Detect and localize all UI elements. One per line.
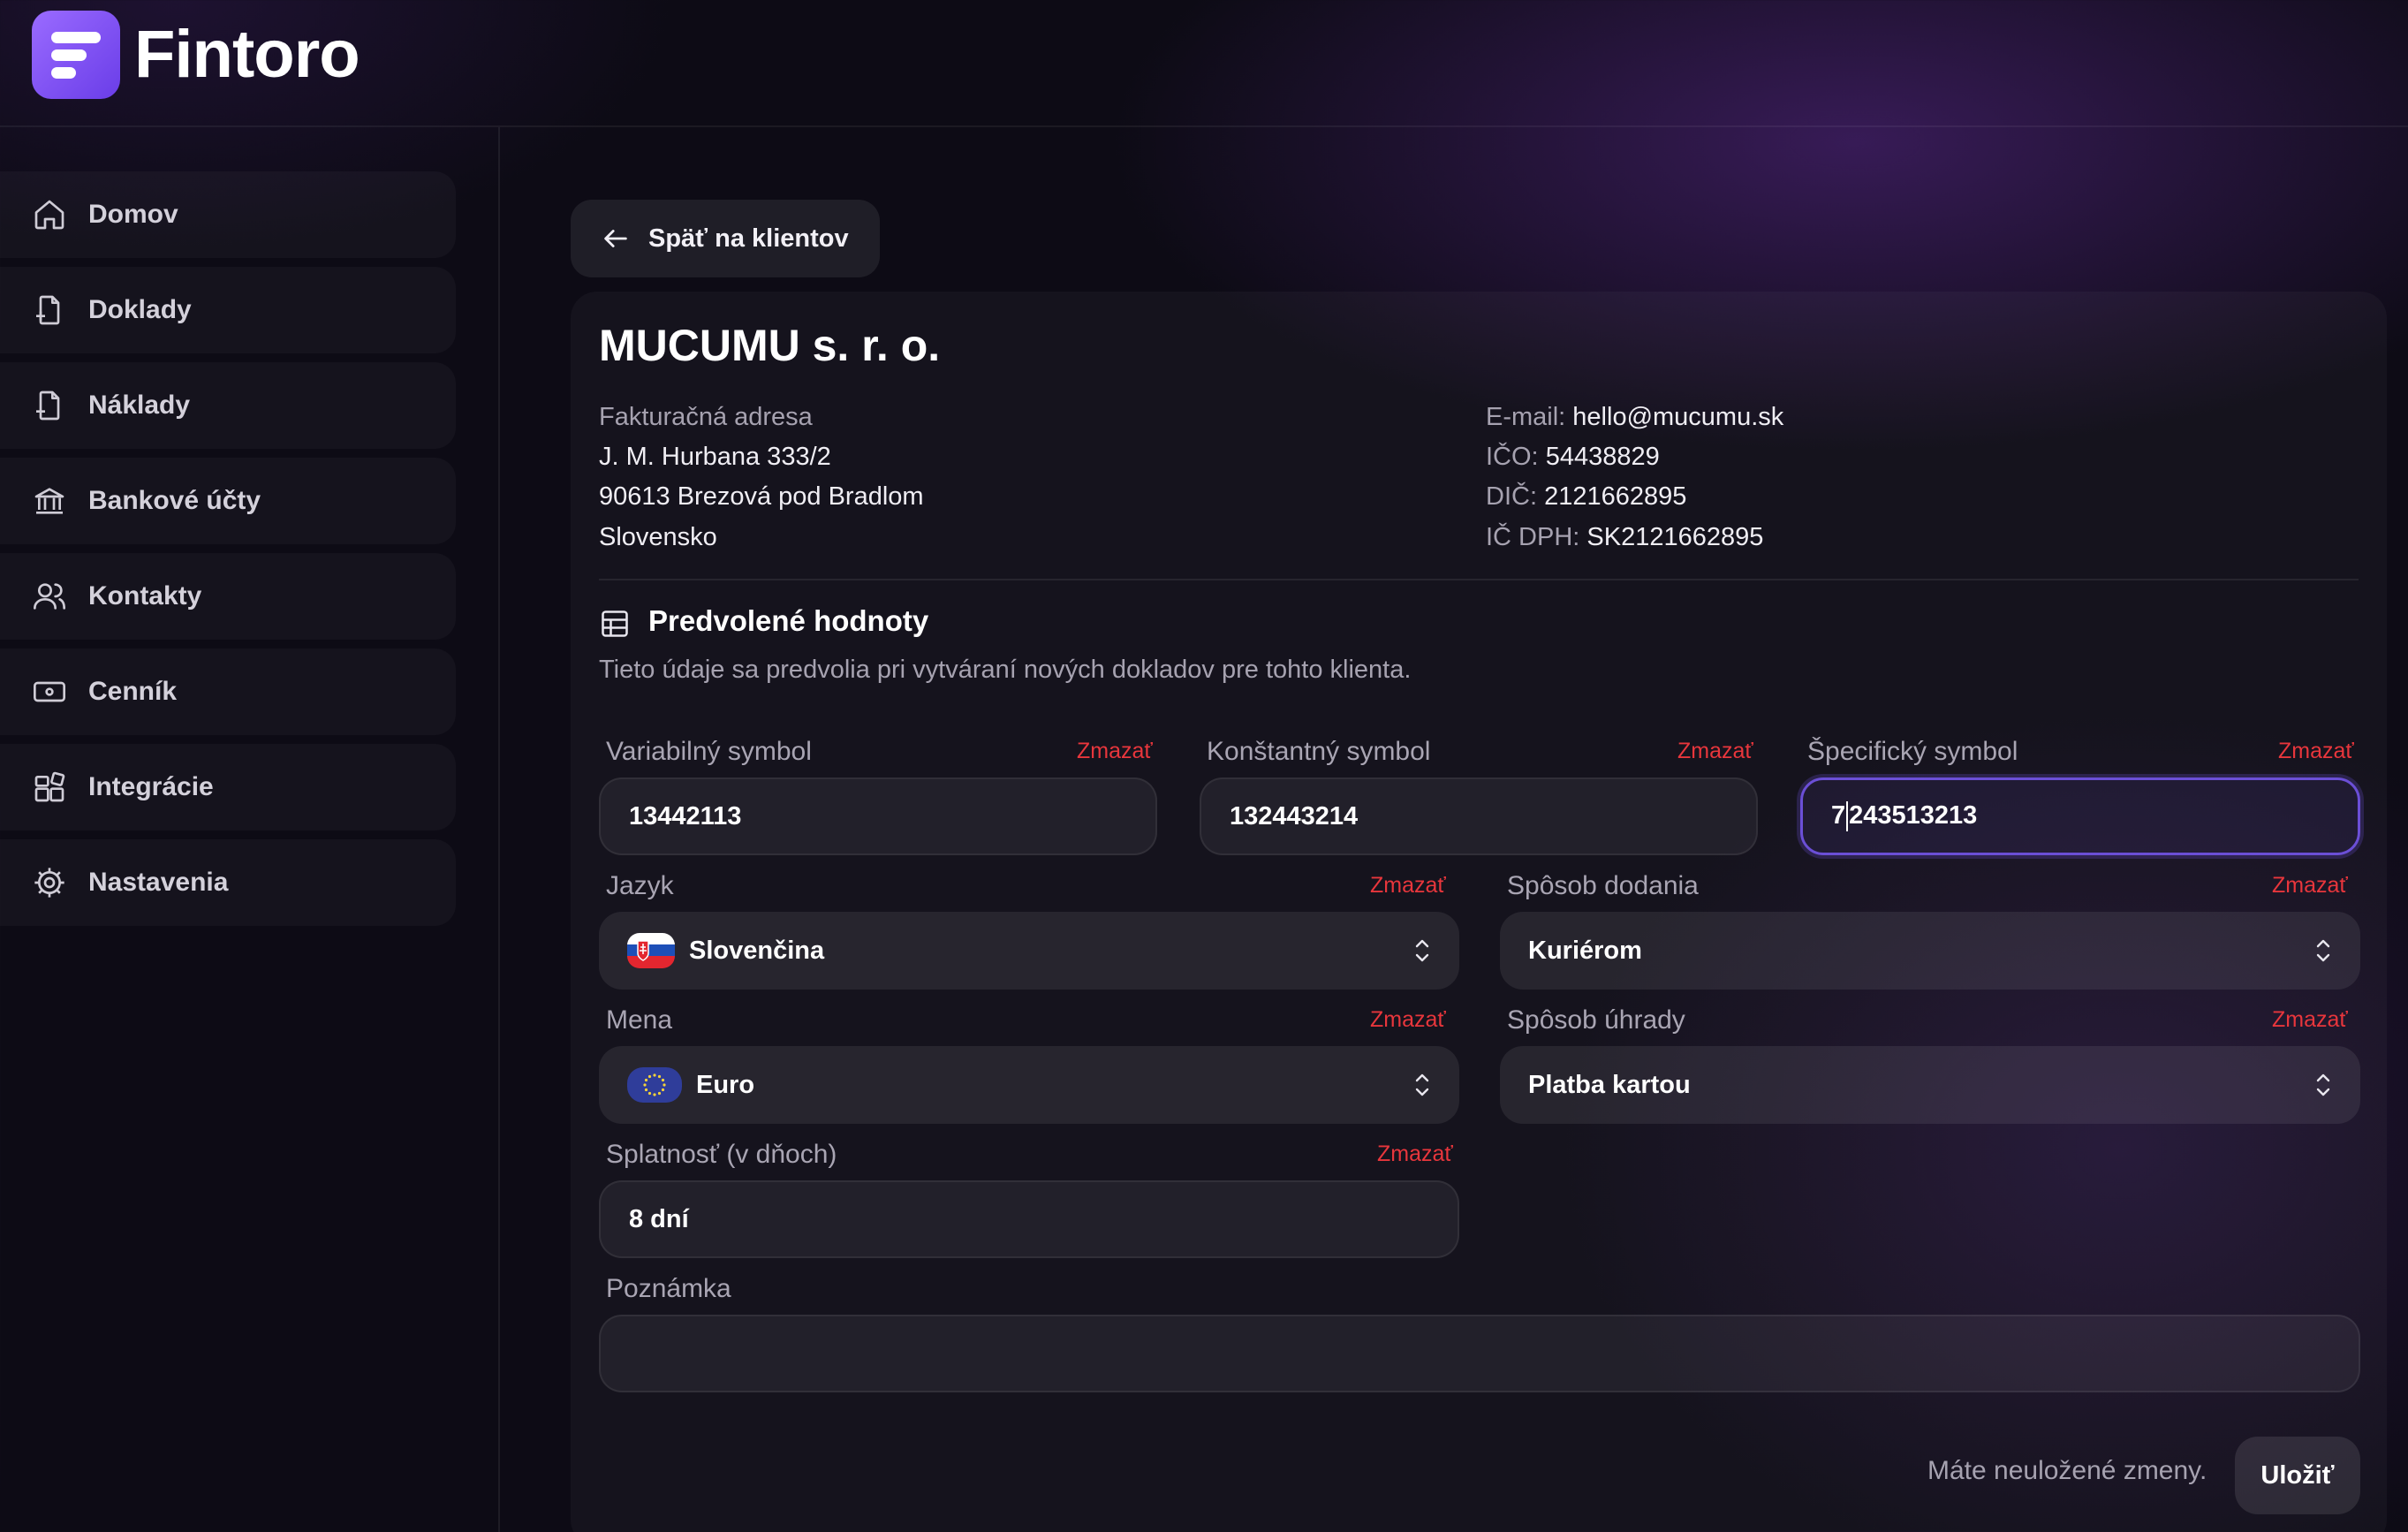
company-name: MUCUMU s. r. o. <box>599 321 941 370</box>
top-bar: Fintoro <box>0 0 2408 127</box>
ico-value: 54438829 <box>1545 443 1660 471</box>
sidebar-item-label: Domov <box>88 200 178 229</box>
chevron-up-down-icon <box>2316 1073 2330 1096</box>
delivery-label: Spôsob dodania <box>1507 871 1699 900</box>
arrow-left-icon <box>604 230 627 247</box>
note-input[interactable] <box>599 1315 2360 1392</box>
fintoro-logo-icon[interactable] <box>32 11 120 99</box>
ico-row: IČO: 54438829 <box>1486 443 1660 472</box>
variable-symbol-clear-button[interactable]: Zmazať <box>1077 739 1153 764</box>
address-street: J. M. Hurbana 333/2 <box>599 443 831 471</box>
divider <box>599 579 2359 580</box>
brand-name[interactable]: Fintoro <box>134 16 360 93</box>
eu-flag-icon <box>627 1067 682 1103</box>
back-to-clients-button[interactable]: Späť na klientov <box>571 200 880 277</box>
table-icon <box>602 611 628 637</box>
delivery-clear-button[interactable]: Zmazať <box>2272 873 2348 899</box>
variable-symbol-value: 13442113 <box>629 801 742 830</box>
email-value: hello@mucumu.sk <box>1572 403 1784 431</box>
language-label: Jazyk <box>606 871 674 900</box>
due-days-clear-button[interactable]: Zmazať <box>1377 1141 1453 1167</box>
constant-symbol-clear-button[interactable]: Zmazať <box>1677 739 1753 764</box>
home-icon <box>34 200 64 230</box>
icdph-label: IČ DPH: <box>1486 523 1580 551</box>
specific-symbol-input[interactable]: 7 243513213 <box>1800 777 2360 855</box>
delivery-select[interactable]: Kuriérom <box>1500 912 2360 990</box>
address-country: Slovensko <box>599 523 717 551</box>
note-label: Poznámka <box>606 1274 731 1303</box>
dic-label: DIČ: <box>1486 482 1537 511</box>
gear-icon <box>34 868 64 898</box>
currency-value: Euro <box>696 1070 755 1099</box>
sidebar-item-bankove-ucty[interactable]: Bankové účty <box>0 458 456 544</box>
icdph-value: SK2121662895 <box>1586 523 1764 551</box>
sidebar-item-label: Kontakty <box>88 581 202 611</box>
sidebar-item-label: Integrácie <box>88 772 214 801</box>
chevron-up-down-icon <box>2316 939 2330 962</box>
icdph-row: IČ DPH: SK2121662895 <box>1486 523 1763 552</box>
currency-select[interactable]: Euro <box>599 1046 1459 1124</box>
banknote-icon <box>34 681 65 702</box>
integrations-icon <box>34 771 65 802</box>
users-icon <box>34 583 65 610</box>
constant-symbol-input[interactable]: 132443214 <box>1200 777 1758 855</box>
sidebar-item-kontakty[interactable]: Kontakty <box>0 553 456 640</box>
variable-symbol-label: Variabilný symbol <box>606 737 812 766</box>
sidebar-item-label: Cenník <box>88 677 178 706</box>
specific-symbol-label: Špecifický symbol <box>1807 737 2018 766</box>
back-button-label: Späť na klientov <box>648 224 849 253</box>
ico-label: IČO: <box>1486 443 1539 471</box>
chevron-up-down-icon <box>1415 1073 1429 1096</box>
due-days-label: Splatnosť (v dňoch) <box>606 1140 837 1169</box>
email-label: E-mail: <box>1486 403 1566 431</box>
sidebar-item-label: Doklady <box>88 295 192 324</box>
sidebar: Domov Doklady Náklady Bankové účty Konta… <box>0 127 500 1532</box>
currency-clear-button[interactable]: Zmazať <box>1370 1007 1446 1033</box>
language-select[interactable]: Slovenčina <box>599 912 1459 990</box>
text-caret <box>1846 801 1849 832</box>
specific-symbol-clear-button[interactable]: Zmazať <box>2278 739 2354 764</box>
sidebar-item-cennik[interactable]: Cenník <box>0 648 456 735</box>
payment-clear-button[interactable]: Zmazať <box>2272 1007 2348 1033</box>
sidebar-item-domov[interactable]: Domov <box>0 171 456 258</box>
save-button[interactable]: Uložiť <box>2235 1437 2360 1514</box>
due-days-value: 8 dní <box>629 1204 689 1233</box>
delivery-value: Kuriérom <box>1528 936 1642 965</box>
language-clear-button[interactable]: Zmazať <box>1370 873 1446 899</box>
payment-label: Spôsob úhrady <box>1507 1005 1685 1035</box>
document-minus-icon <box>36 391 60 421</box>
sidebar-item-nastavenia[interactable]: Nastavenia <box>0 839 456 926</box>
sidebar-item-label: Náklady <box>88 391 191 420</box>
payment-value: Platba kartou <box>1528 1070 1691 1099</box>
slovak-flag-icon <box>627 933 675 968</box>
document-plus-icon <box>36 295 60 325</box>
bank-icon <box>34 488 64 514</box>
sidebar-item-naklady[interactable]: Náklady <box>0 362 456 449</box>
chevron-up-down-icon <box>1415 939 1429 962</box>
language-value: Slovenčina <box>689 936 825 965</box>
address-city: 90613 Brezová pod Bradlom <box>599 482 924 511</box>
dic-row: DIČ: 2121662895 <box>1486 482 1686 512</box>
email-row: E-mail: hello@mucumu.sk <box>1486 403 1783 432</box>
dic-value: 2121662895 <box>1544 482 1687 511</box>
section-title: Predvolené hodnoty <box>648 604 929 637</box>
constant-symbol-label: Konštantný symbol <box>1207 737 1431 766</box>
due-days-input[interactable]: 8 dní <box>599 1180 1459 1258</box>
currency-label: Mena <box>606 1005 673 1035</box>
constant-symbol-value: 132443214 <box>1230 801 1359 830</box>
specific-symbol-value: 7 243513213 <box>1831 801 1977 832</box>
unsaved-changes-text: Máte neuložené zmeny. <box>1927 1456 2207 1485</box>
sidebar-item-label: Nastavenia <box>88 868 229 897</box>
section-description: Tieto údaje sa predvolia pri vytváraní n… <box>599 656 1412 684</box>
payment-select[interactable]: Platba kartou <box>1500 1046 2360 1124</box>
sidebar-item-integracie[interactable]: Integrácie <box>0 744 456 830</box>
sidebar-item-label: Bankové účty <box>88 486 261 515</box>
sidebar-item-doklady[interactable]: Doklady <box>0 267 456 353</box>
billing-address-label: Fakturačná adresa <box>599 403 813 431</box>
variable-symbol-input[interactable]: 13442113 <box>599 777 1157 855</box>
